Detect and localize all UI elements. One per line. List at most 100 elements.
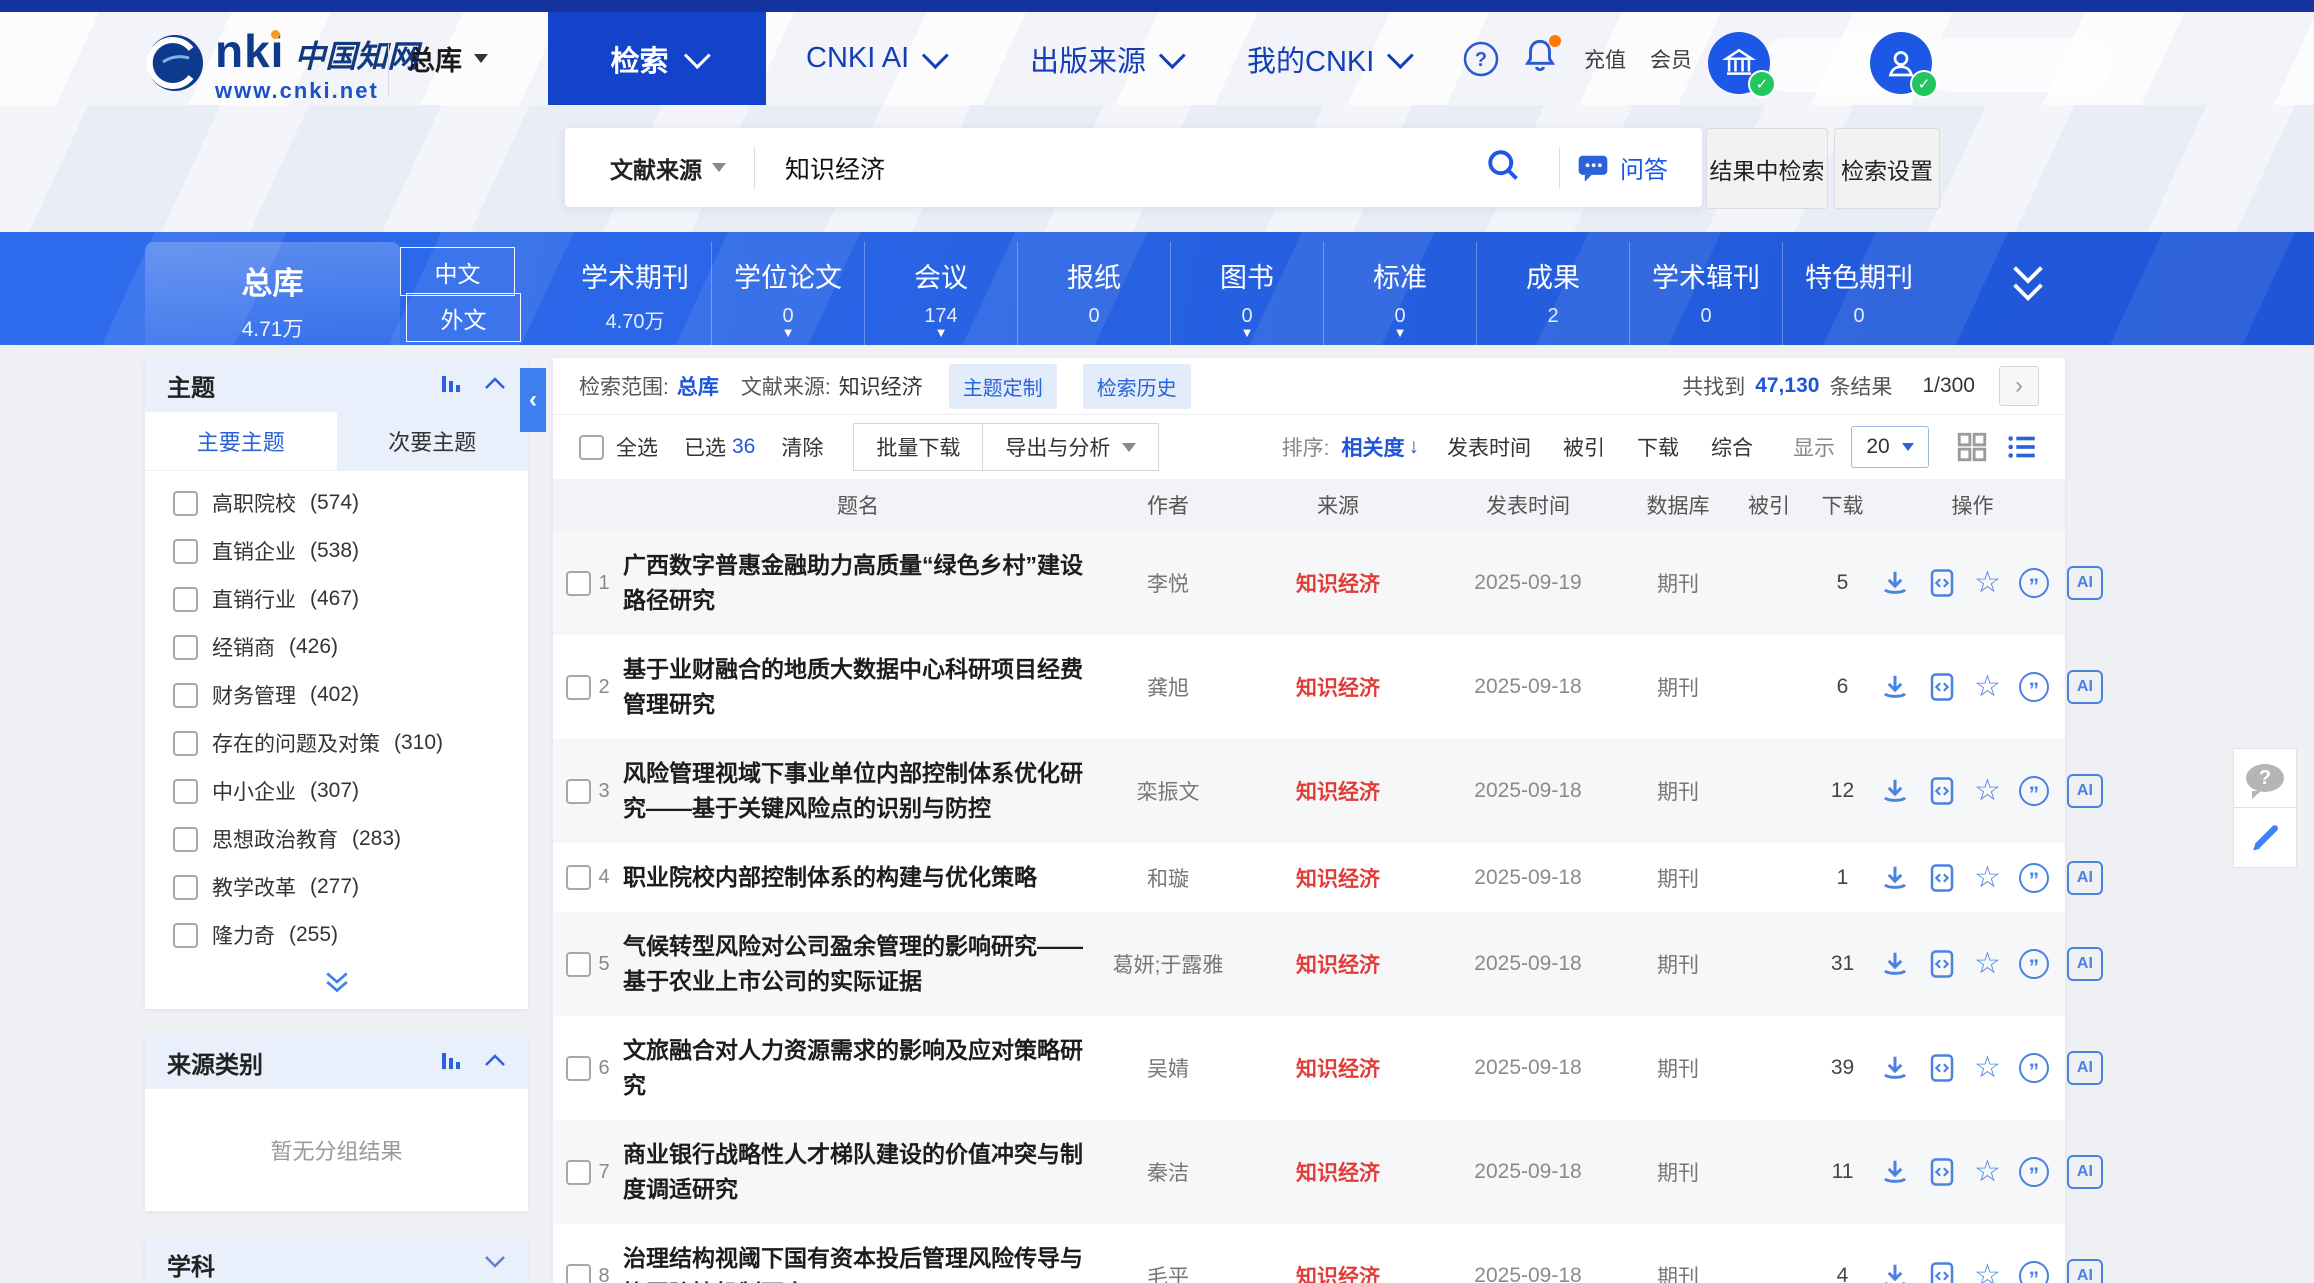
download-icon[interactable]: [1880, 949, 1910, 979]
html-read-icon[interactable]: [1928, 949, 1956, 979]
cite-quote-icon[interactable]: ”: [2019, 1157, 2049, 1187]
topic-filter-item[interactable]: 思想政治教育 (283): [145, 815, 528, 863]
db-tab[interactable]: 特色期刊 0: [1782, 242, 1935, 345]
paper-title-link[interactable]: 广西数字普惠金融助力高质量“绿色乡村”建设路径研究: [623, 548, 1093, 618]
paper-title-link[interactable]: 基于业财融合的地质大数据中心科研项目经费管理研究: [623, 652, 1093, 722]
paper-source-link[interactable]: 知识经济: [1243, 949, 1433, 979]
row-checkbox[interactable]: [566, 675, 591, 700]
clear-selection-button[interactable]: 清除: [781, 432, 823, 462]
notifications-bell-icon[interactable]: [1522, 12, 1558, 105]
list-view-icon[interactable]: [2005, 430, 2039, 464]
nav-tab-cnki-ai[interactable]: CNKI AI: [806, 12, 942, 105]
paper-authors[interactable]: 葛妍;于露雅: [1093, 949, 1243, 979]
row-checkbox[interactable]: [566, 1264, 591, 1283]
search-history-button[interactable]: 检索历史: [1083, 364, 1191, 409]
checkbox[interactable]: [173, 923, 198, 948]
checkbox[interactable]: [173, 731, 198, 756]
ai-assist-icon[interactable]: AI: [2067, 1051, 2103, 1085]
search-in-results-button[interactable]: 结果中检索: [1706, 128, 1828, 209]
cite-quote-icon[interactable]: ”: [2019, 776, 2049, 806]
topic-filter-item[interactable]: 教学改革 (277): [145, 863, 528, 911]
paper-authors[interactable]: 龚旭: [1093, 672, 1243, 702]
row-checkbox[interactable]: [566, 1160, 591, 1185]
collapse-chevron-up-icon[interactable]: [484, 376, 506, 395]
favorite-star-icon[interactable]: ☆: [1974, 776, 2001, 806]
db-tab[interactable]: 报纸 0: [1017, 242, 1170, 345]
topic-custom-button[interactable]: 主题定制: [949, 364, 1057, 409]
checkbox[interactable]: [173, 491, 198, 516]
paper-source-link[interactable]: 知识经济: [1243, 776, 1433, 806]
ai-assist-icon[interactable]: AI: [2067, 1259, 2103, 1283]
search-icon[interactable]: [1485, 147, 1521, 188]
paper-source-link[interactable]: 知识经济: [1243, 863, 1433, 893]
lang-tab-foreign[interactable]: 外文: [406, 293, 521, 342]
db-tab[interactable]: 学位论文 0 ▼: [711, 242, 864, 345]
db-tab-total-library[interactable]: 总库 4.71万: [145, 242, 400, 345]
paper-authors[interactable]: 和璇: [1093, 863, 1243, 893]
nav-tab-search[interactable]: 检索: [548, 12, 766, 105]
paper-source-link[interactable]: 知识经济: [1243, 1261, 1433, 1283]
search-settings-button[interactable]: 检索设置: [1834, 128, 1940, 209]
html-read-icon[interactable]: [1928, 863, 1956, 893]
nav-tab-publish-source[interactable]: 出版来源: [1030, 12, 1179, 105]
expand-chevron-down-icon[interactable]: [484, 1255, 506, 1274]
html-read-icon[interactable]: [1928, 568, 1956, 598]
batch-download-button[interactable]: 批量下载: [853, 423, 983, 471]
html-read-icon[interactable]: [1928, 672, 1956, 702]
html-read-icon[interactable]: [1928, 1053, 1956, 1083]
db-tab[interactable]: 成果 2: [1476, 242, 1629, 345]
grid-view-icon[interactable]: [1955, 430, 1989, 464]
row-checkbox[interactable]: [566, 865, 591, 890]
cite-quote-icon[interactable]: ”: [2019, 568, 2049, 598]
favorite-star-icon[interactable]: ☆: [1974, 672, 2001, 702]
db-tab[interactable]: 图书 0 ▼: [1170, 242, 1323, 345]
download-icon[interactable]: [1880, 1261, 1910, 1283]
row-checkbox[interactable]: [566, 571, 591, 596]
checkbox[interactable]: [173, 827, 198, 852]
cite-quote-icon[interactable]: ”: [2019, 949, 2049, 979]
paper-source-link[interactable]: 知识经济: [1243, 568, 1433, 598]
paper-title-link[interactable]: 风险管理视域下事业单位内部控制体系优化研究——基于关键风险点的识别与防控: [623, 756, 1093, 826]
topic-filter-item[interactable]: 直销行业 (467): [145, 575, 528, 623]
ai-assist-icon[interactable]: AI: [2067, 861, 2103, 895]
member-link[interactable]: 会员: [1650, 12, 1692, 105]
sort-option[interactable]: 被引: [1563, 432, 1609, 462]
bar-chart-icon[interactable]: [440, 1049, 464, 1076]
library-selector[interactable]: 总库: [408, 12, 488, 105]
paper-authors[interactable]: 秦洁: [1093, 1157, 1243, 1187]
download-icon[interactable]: [1880, 863, 1910, 893]
selected-count[interactable]: 36: [732, 435, 755, 459]
favorite-star-icon[interactable]: ☆: [1974, 1157, 2001, 1187]
cite-quote-icon[interactable]: ”: [2019, 863, 2049, 893]
cite-quote-icon[interactable]: ”: [2019, 672, 2049, 702]
expand-more-databases-icon[interactable]: [2005, 258, 2051, 313]
paper-title-link[interactable]: 商业银行战略性人才梯队建设的价值冲突与制度调适研究: [623, 1137, 1093, 1207]
ai-assist-icon[interactable]: AI: [2067, 670, 2103, 704]
ai-assist-icon[interactable]: AI: [2067, 774, 2103, 808]
checkbox[interactable]: [173, 587, 198, 612]
show-more-topics-icon[interactable]: [145, 961, 528, 1009]
topic-filter-item[interactable]: 财务管理 (402): [145, 671, 528, 719]
row-checkbox[interactable]: [566, 779, 591, 804]
download-icon[interactable]: [1880, 1157, 1910, 1187]
download-icon[interactable]: [1880, 672, 1910, 702]
sort-option[interactable]: 发表时间: [1447, 432, 1535, 462]
ai-assist-icon[interactable]: AI: [2067, 947, 2103, 981]
paper-authors[interactable]: 毛平: [1093, 1261, 1243, 1283]
scope-value-link[interactable]: 总库: [677, 371, 719, 401]
lang-tab-chinese[interactable]: 中文: [400, 247, 515, 296]
topic-filter-item[interactable]: 存在的问题及对策 (310): [145, 719, 528, 767]
html-read-icon[interactable]: [1928, 1157, 1956, 1187]
paper-source-link[interactable]: 知识经济: [1243, 1053, 1433, 1083]
topic-filter-item[interactable]: 直销企业 (538): [145, 527, 528, 575]
topic-filter-item[interactable]: 隆力奇 (255): [145, 911, 528, 959]
export-analyze-button[interactable]: 导出与分析: [983, 423, 1159, 471]
paper-source-link[interactable]: 知识经济: [1243, 672, 1433, 702]
recharge-link[interactable]: 充值: [1584, 12, 1626, 105]
html-read-icon[interactable]: [1928, 1261, 1956, 1283]
sort-option[interactable]: 相关度 ↓: [1342, 432, 1420, 462]
cite-quote-icon[interactable]: ”: [2019, 1261, 2049, 1283]
ai-assist-icon[interactable]: AI: [2067, 1155, 2103, 1189]
paper-source-link[interactable]: 知识经济: [1243, 1157, 1433, 1187]
feedback-help-button[interactable]: ?: [2233, 748, 2297, 808]
